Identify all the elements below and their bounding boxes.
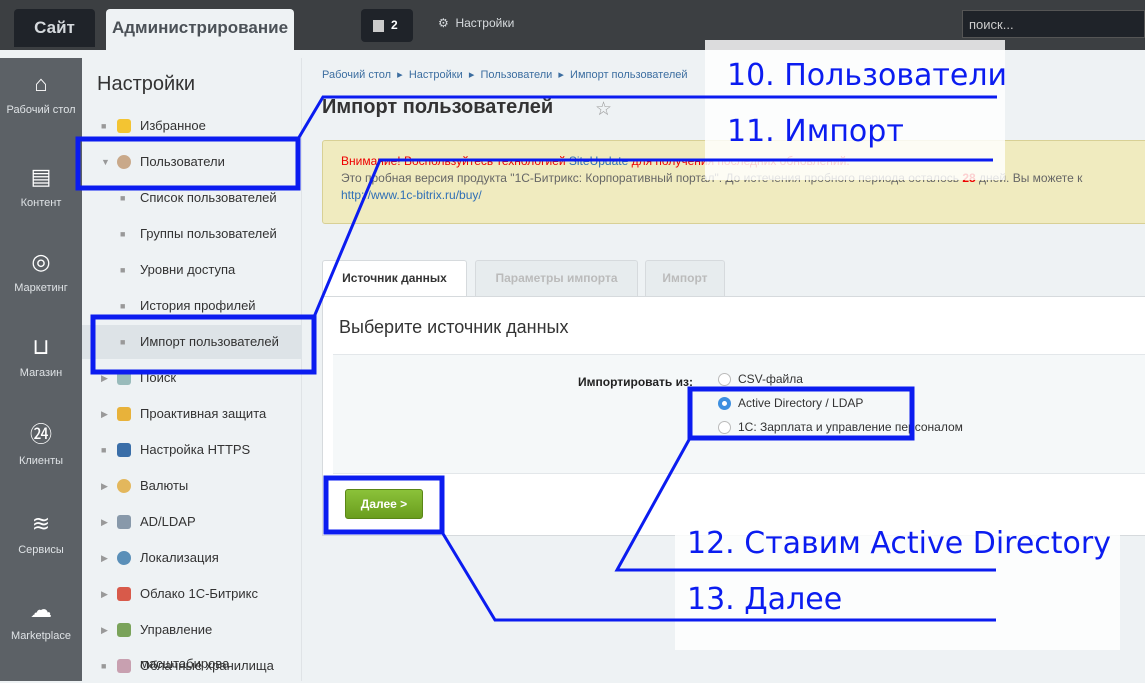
highlight-next-button	[323, 475, 445, 535]
leader-line	[296, 95, 997, 140]
leader-line	[312, 158, 993, 318]
highlight-users	[75, 136, 301, 191]
annotation-overlay	[75, 95, 997, 622]
highlight-active-directory	[687, 386, 915, 441]
leader-line	[614, 437, 996, 572]
highlight-import-users	[90, 314, 317, 375]
leader-line	[440, 531, 996, 622]
